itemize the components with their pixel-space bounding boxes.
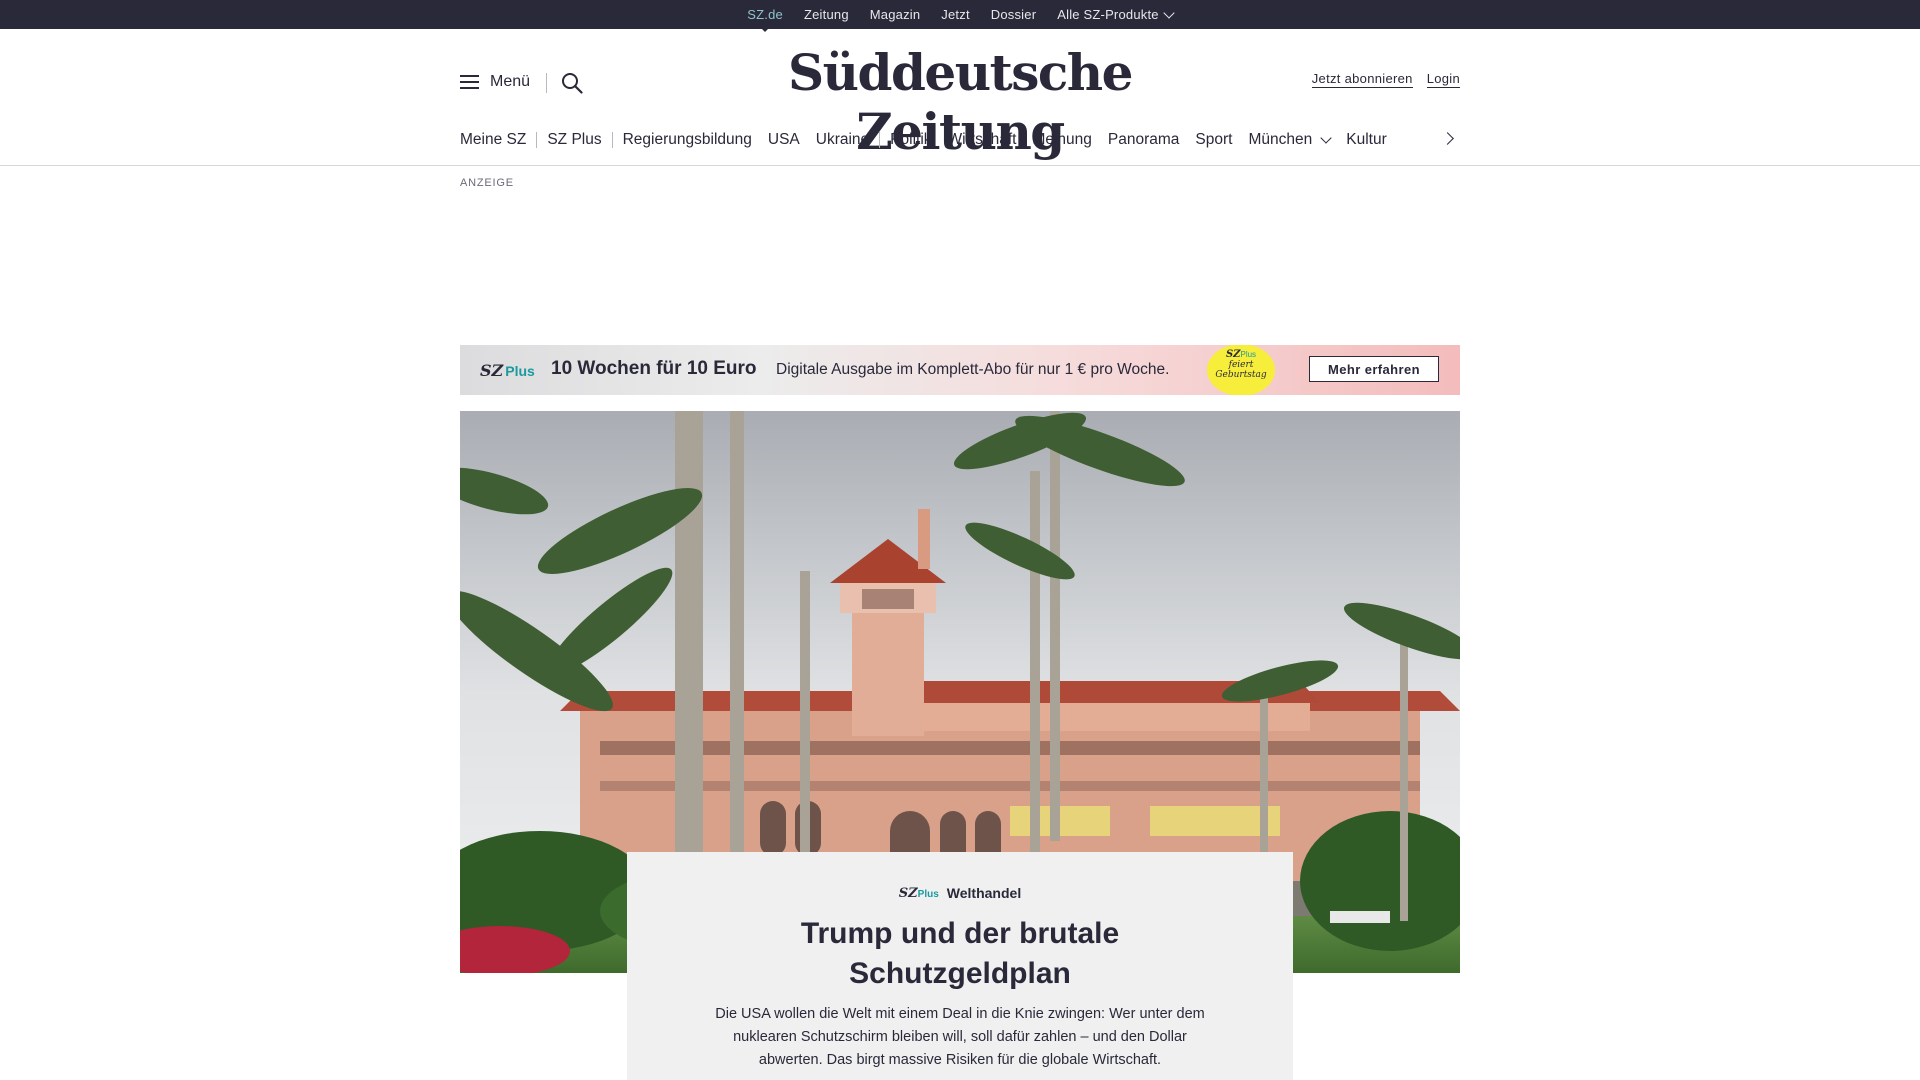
top-service-nav: SZ.de Zeitung Magazin Jetzt Dossier Alle…	[0, 0, 1920, 32]
header-bottom-rule	[0, 165, 1920, 166]
chevron-down-icon	[1163, 6, 1175, 19]
nav-item-sz-plus[interactable]: SZ Plus	[547, 131, 601, 149]
nav-item-usa[interactable]: USA	[768, 131, 800, 149]
nav-divider	[879, 132, 881, 148]
hamburger-icon	[460, 75, 479, 89]
badge-line-1: feiert	[1228, 360, 1254, 370]
nav-item-sport[interactable]: Sport	[1195, 131, 1232, 149]
lead-article-card[interactable]: SZPlus Welthandel Trump und der brutale …	[627, 852, 1293, 1080]
ad-label: ANZEIGE	[460, 177, 514, 189]
nav-item-muenchen-label: München	[1248, 131, 1313, 148]
nav-item-muenchen[interactable]: München	[1248, 131, 1332, 149]
birthday-badge: SZPlus feiert Geburtstag	[1207, 345, 1275, 395]
topbar-item-magazin[interactable]: Magazin	[870, 7, 921, 22]
topbar-item-sz-produkte-label: Alle SZ-Produkte	[1057, 7, 1159, 22]
nav-item-politik[interactable]: Politik	[890, 131, 931, 149]
nav-item-panorama[interactable]: Panorama	[1108, 131, 1180, 149]
sz-plus-badge-plus: Plus	[917, 888, 939, 900]
menu-label: Menü	[490, 73, 531, 90]
nav-item-wirtschaft[interactable]: Wirtschaft	[948, 131, 1017, 149]
nav-item-ukraine[interactable]: Ukraine	[816, 131, 869, 149]
main-navigation: Meine SZ SZ Plus Regierungsbildung USA U…	[460, 130, 1460, 150]
topbar-item-szde[interactable]: SZ.de	[747, 7, 783, 32]
article-kicker: SZPlus Welthandel	[627, 885, 1293, 901]
topbar-item-zeitung[interactable]: Zeitung	[804, 7, 849, 22]
badge-sz: SZ	[1225, 349, 1241, 360]
chevron-down-icon	[1320, 132, 1332, 144]
nav-item-regierungsbildung[interactable]: Regierungsbildung	[623, 131, 752, 149]
article-teaser: Die USA wollen die Welt mit einem Deal i…	[715, 1006, 1205, 1068]
sz-plus-badge-sz: SZ	[898, 885, 918, 901]
top-service-bar: SZ.de Zeitung Magazin Jetzt Dossier Alle…	[0, 0, 1920, 32]
badge-plus: Plus	[1240, 350, 1257, 359]
topbar-item-dossier[interactable]: Dossier	[991, 7, 1036, 22]
topbar-item-sz-produkte[interactable]: Alle SZ-Produkte	[1057, 6, 1175, 22]
sz-plus-logo-plus: Plus	[505, 363, 535, 379]
nav-item-kultur[interactable]: Kultur	[1346, 131, 1387, 149]
site-header: Menü Süddeutsche Zeitung Jetzt abonniere…	[460, 29, 1460, 161]
nav-item-meinung[interactable]: Meinung	[1032, 131, 1091, 149]
sz-plus-logo-sz: SZ	[480, 361, 504, 380]
subscribe-link[interactable]: Jetzt abonnieren	[1311, 71, 1413, 88]
header-divider	[546, 73, 547, 93]
promo-subline: Digitale Ausgabe im Komplett-Abo für nur…	[776, 361, 1170, 378]
promo-headline: 10 Wochen für 10 Euro	[551, 358, 757, 379]
topbar-item-jetzt[interactable]: Jetzt	[941, 7, 969, 22]
search-icon[interactable]	[561, 72, 583, 94]
promo-cta-button[interactable]: Mehr erfahren	[1309, 356, 1439, 382]
promo-banner[interactable]: SZ Plus 10 Wochen für 10 Euro Digitale Au…	[460, 345, 1460, 395]
nav-item-meine-sz[interactable]: Meine SZ	[460, 131, 526, 149]
nav-divider	[611, 132, 613, 148]
menu-button[interactable]: Menü	[460, 73, 530, 91]
account-links: Jetzt abonnieren Login	[1311, 71, 1460, 88]
nav-divider	[536, 132, 538, 148]
sz-plus-logo: SZ Plus	[480, 361, 535, 380]
article-title[interactable]: Trump und der brutale Schutzgeldplan	[627, 914, 1293, 994]
badge-line-2: Geburtstag	[1215, 370, 1267, 380]
sz-plus-badge: SZPlus	[899, 886, 939, 901]
chevron-right-icon[interactable]	[1441, 132, 1454, 145]
login-link[interactable]: Login	[1426, 71, 1460, 88]
article-topic: Welthandel	[946, 885, 1022, 901]
